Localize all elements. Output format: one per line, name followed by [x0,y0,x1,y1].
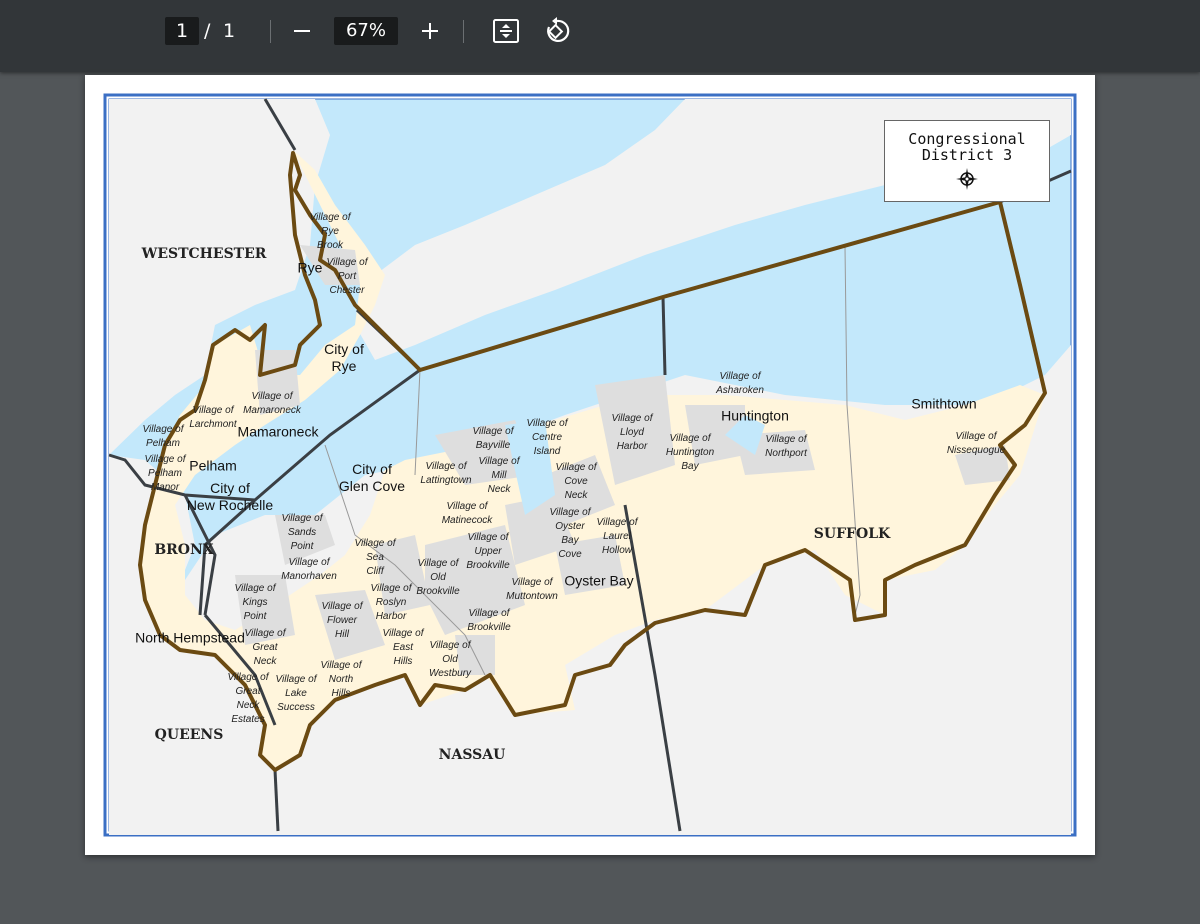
county-label-westchester: WESTCHESTER [141,246,267,262]
town-label-north-hempstead: North Hempstead [135,629,245,646]
legend-title: Congressional District 3 [908,130,1026,164]
village-label-laurel-hollow: Village of Laurel Hollow [596,517,638,556]
village-label-oyster-bay-cove: Village of Oyster Bay Cove [549,507,591,560]
village-label-great-neck: Village of Great Neck [244,628,286,667]
village-label-sands-point: Village of Sands Point [281,513,323,552]
village-label-mamaroneck: Village of Mamaroneck [243,391,301,416]
village-label-pelham: Village of Pelham [142,424,184,449]
village-label-port-chester: Village of Port Chester [326,257,368,296]
village-label-rye-brook: Village of Rye Brook [309,212,351,251]
village-label-great-neck-estates: Village of Great Neck Estates [227,672,269,725]
county-label-suffolk: SUFFOLK [813,526,891,542]
village-label-nissequogue: Village of Nissequogue [946,431,1006,456]
city-label-pelham: Pelham [189,457,237,474]
village-label-old-westbury: Village of Old Westbury [428,640,472,679]
page-count: 1 [223,20,236,42]
fit-page-icon [493,19,519,43]
city-label-mamaroneck: Mamaroneck [237,423,319,440]
village-label-larchmont: Village of Larchmont [189,405,237,430]
village-label-asharoken: Village of Asharoken [716,371,764,396]
village-label-northport: Village of Northport [765,434,807,459]
village-label-roslyn-harbor: Village of Roslyn Harbor [370,583,412,622]
village-label-lloyd-harbor: Village of Lloyd Harbor [611,413,653,452]
city-label-rye: Rye [297,259,323,276]
village-label-east-hills: Village of East Hills [382,628,424,667]
village-label-lake-success: Village of Lake Success [275,674,317,713]
city-label-glen-cove: City of Glen Cove [338,461,406,494]
town-label-smithtown: Smithtown [911,395,977,412]
village-label-kings-point: Village of Kings Point [234,583,276,622]
map-legend: Congressional District 3 [884,120,1050,202]
toolbar-divider [463,20,464,43]
compass-rose-icon [956,168,978,190]
village-label-bayville: Village of Bayville [472,426,514,451]
city-label-city-of-rye: City of Rye [324,341,364,374]
rotate-icon [547,17,570,42]
zoom-in-button[interactable] [414,15,446,47]
plus-icon [422,23,438,39]
village-label-north-hills: Village of North Hills [320,660,362,699]
village-label-lattingtown: Village of Lattingtown [420,461,472,486]
page-number-input[interactable]: 1 [165,17,199,45]
city-label-new-rochelle: City of New Rochelle [186,480,274,513]
village-label-matinecock: Village of Matinecock [441,501,493,526]
town-label-huntington: Huntington [721,407,789,424]
minus-icon [294,30,310,32]
village-label-upper-brookville: Village of Upper Brookville [466,532,510,571]
village-label-mill-neck: Village of Mill Neck [478,456,520,495]
county-label-nassau: NASSAU [438,747,506,763]
village-label-centre-island: Village of Centre Island [526,418,568,457]
village-label-huntington-bay: Village of Huntington Bay [665,433,715,472]
pdf-toolbar: 1 / 1 67% [0,0,1200,72]
village-label-muttontown: Village of Muttontown [506,577,558,602]
town-label-oyster-bay: Oyster Bay [564,572,634,589]
county-label-queens: QUEENS [154,727,224,743]
toolbar-divider [270,20,271,43]
fit-page-button[interactable] [490,15,522,47]
village-label-old-brookville: Village of Old Brookville [416,558,460,597]
village-label-sea-cliff: Village of Sea Cliff [354,538,396,577]
village-label-cove-neck: Village of Cove Neck [555,462,597,501]
zoom-out-button[interactable] [286,15,318,47]
page-separator: / [204,20,211,42]
village-label-pelham-manor: Village of Pelham Manor [144,454,186,493]
zoom-level-input[interactable]: 67% [334,17,398,45]
village-label-brookville: Village of Brookville [467,608,511,633]
county-label-bronx: BRONX [154,542,214,558]
village-label-flower-hill: Village of Flower Hill [321,601,363,640]
village-label-manorhaven: Village of Manorhaven [281,557,337,582]
pdf-page: Congressional District 3 WESTCHESTER BRO… [85,75,1095,855]
rotate-button[interactable] [541,15,573,47]
